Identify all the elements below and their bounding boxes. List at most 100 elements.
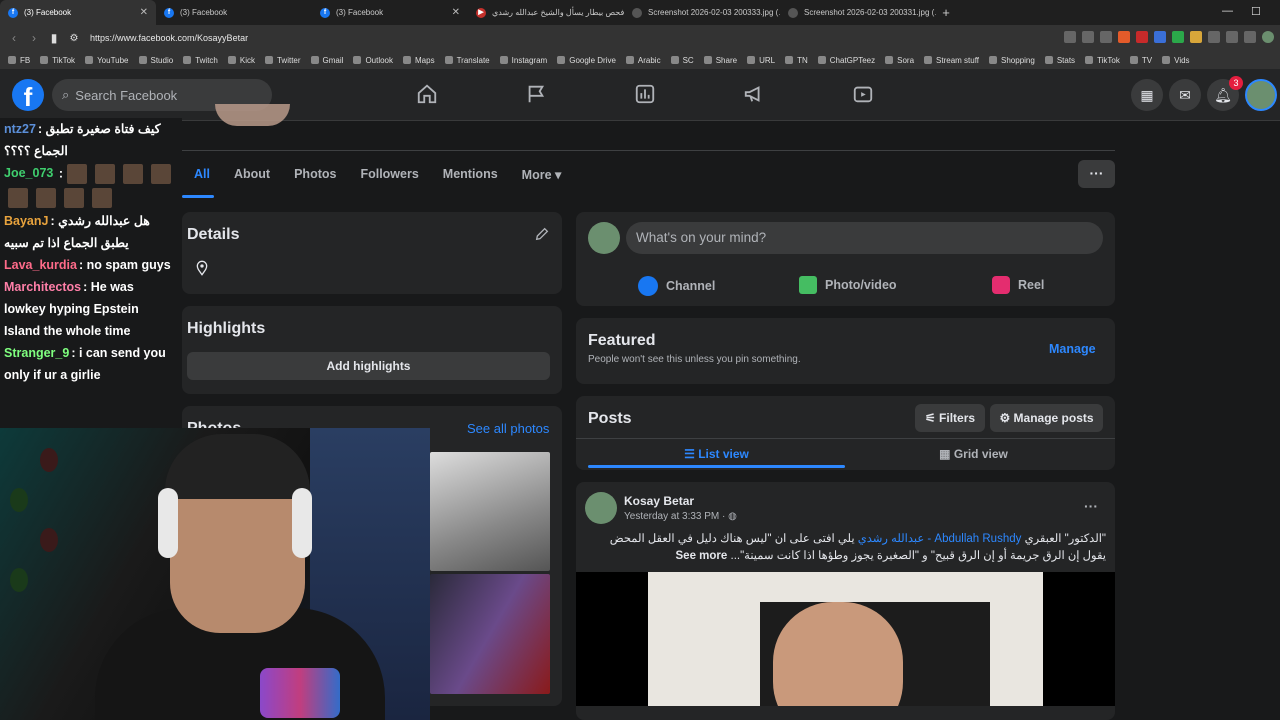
bookmark-item[interactable]: Sora — [885, 56, 914, 65]
tab-photos[interactable]: Photos — [282, 160, 348, 190]
tab-followers[interactable]: Followers — [348, 160, 430, 190]
featured-manage-link[interactable]: Manage — [1049, 342, 1096, 356]
close-icon[interactable]: ✕ — [452, 7, 460, 18]
post-timestamp[interactable]: Yesterday at 3:33 PM · ◍ — [624, 511, 737, 522]
maximize-icon[interactable]: ☐ — [1251, 5, 1261, 18]
bookmark-item[interactable]: Share — [703, 56, 737, 65]
extension-icon[interactable] — [1190, 31, 1202, 43]
bookmark-item[interactable]: Kick — [227, 56, 255, 65]
chat-username[interactable]: Marchitectos — [4, 280, 81, 294]
photo-thumbnail[interactable] — [430, 452, 550, 571]
new-tab-button[interactable]: + — [936, 5, 956, 20]
rewards-icon[interactable] — [1136, 31, 1148, 43]
list-view-tab[interactable]: ☰ List view — [588, 447, 845, 461]
filters-button[interactable]: ⚟ Filters — [915, 404, 985, 432]
photo-video-button[interactable]: Photo/video — [799, 276, 897, 294]
dashboard-icon[interactable] — [634, 83, 656, 105]
browser-tab[interactable]: f (3) Facebook ✕ — [312, 0, 468, 25]
profile-icon[interactable] — [1262, 31, 1274, 43]
bookmark-item[interactable]: ChatGPTeez — [817, 56, 875, 65]
browser-tab[interactable]: Screenshot 2026-02-03 200331.jpg (… — [780, 0, 936, 25]
extensions-puzzle-icon[interactable] — [1208, 31, 1220, 43]
bookmark-item[interactable]: Arabic — [625, 56, 661, 65]
home-icon[interactable] — [416, 83, 438, 105]
video-icon[interactable] — [852, 83, 874, 105]
bookmark-item[interactable]: Stream stuff — [924, 56, 979, 65]
stream-chat-overlay: ntz27: كيف فتاة صغيرة تطبق الجماع ؟؟؟؟ Jo… — [0, 118, 182, 428]
site-settings-icon[interactable]: ⚙ — [64, 33, 84, 44]
brave-shield-icon[interactable] — [1118, 31, 1130, 43]
whats-on-your-mind-input[interactable]: What's on your mind? — [626, 222, 1103, 254]
chat-username[interactable]: Lava_kurdia — [4, 258, 77, 272]
post-menu-icon[interactable]: ··· — [1084, 498, 1098, 514]
chat-username[interactable]: ntz27 — [4, 122, 36, 136]
browser-tab[interactable]: f (3) Facebook ✕ — [0, 0, 156, 25]
bookmark-item[interactable]: Instagram — [499, 56, 547, 65]
bookmark-item[interactable]: YouTube — [85, 56, 129, 65]
browser-tab[interactable]: f (3) Facebook — [156, 0, 312, 25]
mention-link[interactable]: Abdullah Rushdy - عبدالله رشدي — [858, 533, 1022, 545]
avatar[interactable] — [585, 492, 617, 524]
tab-more[interactable]: More ▾ — [510, 160, 574, 190]
extension-icon[interactable] — [1154, 31, 1166, 43]
tab-about[interactable]: About — [222, 160, 282, 190]
pages-flag-icon[interactable] — [525, 83, 547, 105]
edit-pencil-icon[interactable] — [534, 226, 550, 242]
bookmark-item[interactable]: URL — [747, 56, 775, 65]
bookmark-item[interactable]: Maps — [403, 56, 435, 65]
bookmark-item[interactable]: Gmail — [310, 56, 343, 65]
browser-tab[interactable]: Screenshot 2026-02-03 200333.jpg (… — [624, 0, 780, 25]
bookmark-item[interactable]: Outlook — [353, 56, 393, 65]
forward-icon[interactable]: › — [24, 31, 44, 45]
see-more-link[interactable]: See more — [676, 550, 728, 562]
bookmark-item[interactable]: Vids — [1162, 56, 1190, 65]
bookmark-item[interactable]: SC — [670, 56, 694, 65]
bookmark-item[interactable]: Translate — [444, 56, 490, 65]
account-avatar[interactable] — [1245, 79, 1277, 111]
back-icon[interactable]: ‹ — [4, 31, 24, 45]
grid-view-tab[interactable]: ▦ Grid view — [845, 447, 1102, 461]
extension-icon[interactable] — [1172, 31, 1184, 43]
see-all-photos-link[interactable]: See all photos — [467, 421, 549, 436]
minimize-icon[interactable]: — — [1222, 5, 1233, 17]
photo-thumbnail[interactable] — [430, 574, 550, 694]
post-image[interactable] — [648, 572, 1043, 706]
bookmark-item[interactable]: Stats — [1044, 56, 1075, 65]
manage-posts-button[interactable]: ⚙ Manage posts — [990, 404, 1103, 432]
media-icon[interactable] — [1244, 31, 1256, 43]
bookmark-item[interactable]: Google Drive — [557, 56, 616, 65]
bookmark-item[interactable]: Twitter — [264, 56, 301, 65]
share-icon[interactable] — [1100, 31, 1112, 43]
bookmark-item[interactable]: TikTok — [40, 56, 75, 65]
cast-icon[interactable] — [1082, 31, 1094, 43]
menu-grid-icon[interactable]: ▦ — [1131, 79, 1163, 111]
bookmark-item[interactable]: Studio — [138, 56, 173, 65]
channel-button[interactable]: Channel — [638, 276, 715, 296]
bookmark-item[interactable]: TN — [785, 56, 808, 65]
add-highlights-button[interactable]: Add highlights — [187, 352, 550, 380]
tab-mentions[interactable]: Mentions — [431, 160, 510, 190]
bookmark-icon[interactable]: ▮ — [44, 31, 64, 45]
chat-username[interactable]: Joe_073 — [4, 166, 53, 180]
bookmark-item[interactable]: TikTok — [1085, 56, 1120, 65]
post-author[interactable]: Kosay Betar — [624, 494, 694, 508]
globe-icon — [632, 7, 642, 18]
chat-username[interactable]: BayanJ — [4, 214, 48, 228]
sidebar-icon[interactable] — [1226, 31, 1238, 43]
zoom-icon[interactable] — [1064, 31, 1076, 43]
reel-button[interactable]: Reel — [992, 276, 1044, 294]
bookmark-item[interactable]: FB — [8, 56, 30, 65]
browser-tab[interactable]: ▶ فحص بيطار يسأل والشيخ عبدالله رشدي — [468, 0, 624, 25]
profile-more-button[interactable]: ··· — [1078, 160, 1115, 188]
chat-username[interactable]: Stranger_9 — [4, 346, 69, 360]
bookmark-item[interactable]: Twitch — [183, 56, 218, 65]
bookmark-item[interactable]: TV — [1129, 56, 1152, 65]
url-field[interactable]: https://www.facebook.com/KosayyBetar — [90, 33, 248, 43]
profile-picture[interactable] — [215, 104, 290, 126]
close-icon[interactable]: ✕ — [140, 7, 148, 18]
messenger-icon[interactable]: ✉ — [1169, 79, 1201, 111]
tab-all[interactable]: All — [182, 160, 222, 190]
bookmark-item[interactable]: Shopping — [989, 56, 1035, 65]
megaphone-icon[interactable] — [743, 83, 765, 105]
facebook-logo[interactable]: f — [12, 79, 44, 112]
